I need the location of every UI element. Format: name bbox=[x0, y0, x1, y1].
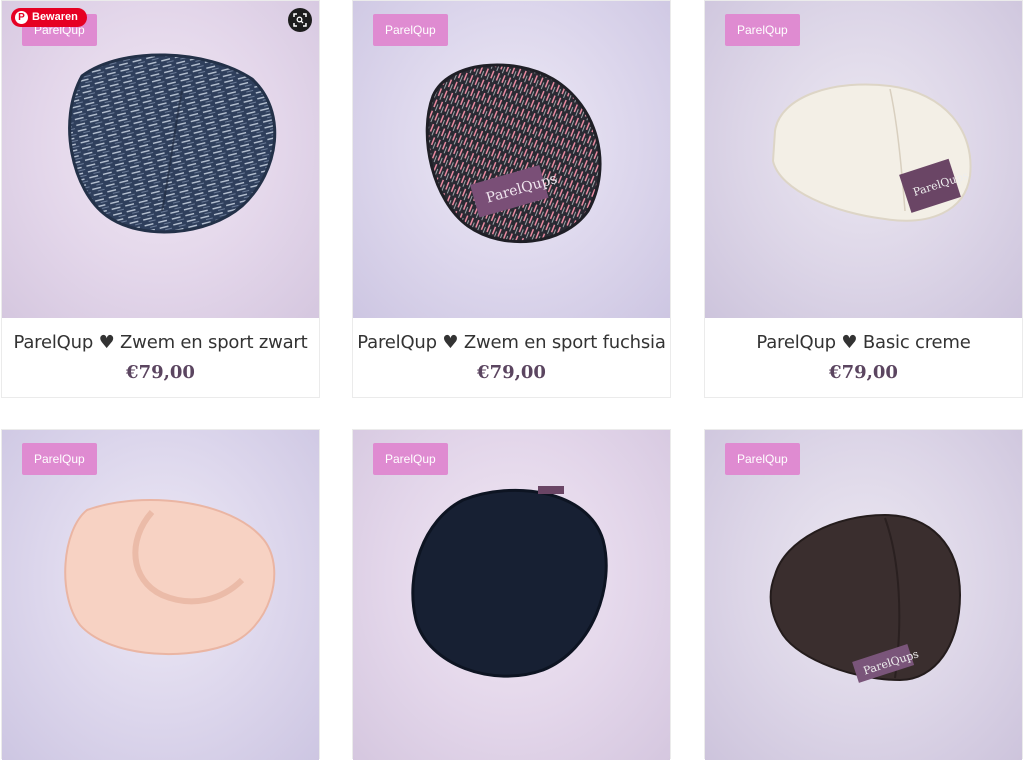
product-price: €79,00 bbox=[126, 362, 195, 383]
product-image[interactable]: ParelQup bbox=[353, 430, 670, 760]
product-image[interactable]: ParelQups ParelQup bbox=[705, 430, 1022, 760]
product-photo-fuchsia-stripe: ParelQups bbox=[425, 63, 602, 244]
product-title[interactable]: ParelQup ♥ Zwem en sport fuchsia bbox=[353, 332, 670, 353]
visual-search-button[interactable] bbox=[288, 8, 312, 32]
product-card[interactable]: ParelQup ParelQup ♥ Zwem en sport zwart … bbox=[1, 0, 320, 398]
brand-badge: ParelQup bbox=[725, 443, 800, 475]
product-photo-peach bbox=[64, 499, 276, 656]
brand-badge: ParelQup bbox=[22, 443, 97, 475]
product-title[interactable]: ParelQup ♥ Zwem en sport zwart bbox=[2, 332, 319, 353]
product-card[interactable]: ParelQups ParelQup bbox=[704, 429, 1023, 760]
brand-badge: ParelQup bbox=[373, 443, 448, 475]
product-image[interactable]: ParelQups ParelQup bbox=[705, 1, 1022, 318]
product-photo-creme: ParelQups bbox=[771, 83, 972, 222]
brand-badge: ParelQup bbox=[373, 14, 448, 46]
product-price: €79,00 bbox=[477, 362, 546, 383]
product-card[interactable]: ParelQup bbox=[1, 429, 320, 760]
pinterest-save-button[interactable]: P Bewaren bbox=[11, 8, 87, 27]
product-image[interactable]: ParelQups ParelQup bbox=[353, 1, 670, 318]
visual-search-icon bbox=[293, 13, 307, 27]
brand-badge: ParelQup bbox=[725, 14, 800, 46]
product-photo-grey-stripe bbox=[68, 53, 277, 234]
product-card[interactable]: ParelQups ParelQup ParelQup ♥ Zwem en sp… bbox=[352, 0, 671, 398]
product-photo-brown: ParelQups bbox=[769, 513, 962, 683]
product-photo-navy bbox=[411, 486, 608, 678]
product-card[interactable]: ParelQups ParelQup ParelQup ♥ Basic crem… bbox=[704, 0, 1023, 398]
product-image[interactable]: ParelQup bbox=[2, 430, 319, 760]
product-card[interactable]: ParelQup bbox=[352, 429, 671, 760]
product-image[interactable]: ParelQup bbox=[2, 1, 319, 318]
pinterest-icon: P bbox=[15, 11, 28, 24]
product-title[interactable]: ParelQup ♥ Basic creme bbox=[705, 332, 1022, 353]
pinterest-save-label: Bewaren bbox=[32, 11, 78, 23]
product-price: €79,00 bbox=[829, 362, 898, 383]
